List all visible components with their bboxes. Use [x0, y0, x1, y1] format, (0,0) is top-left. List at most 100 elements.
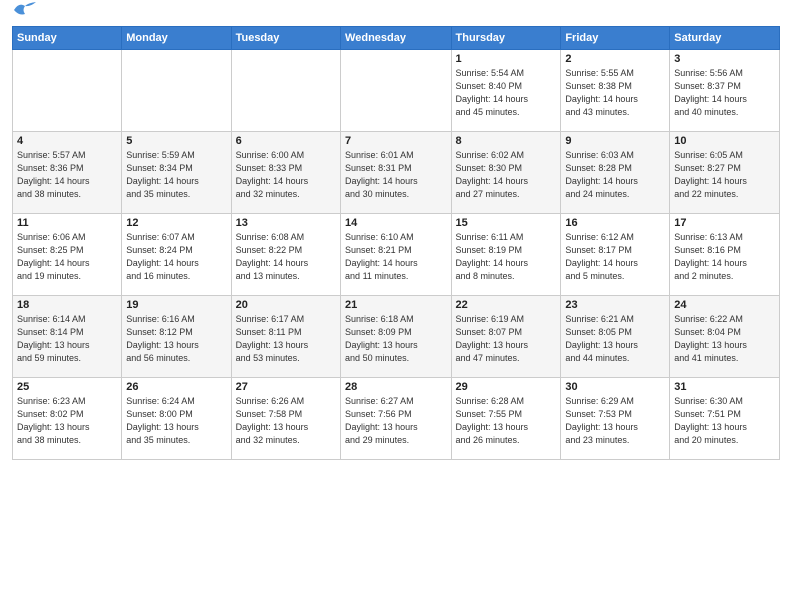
day-info: Sunrise: 6:23 AM Sunset: 8:02 PM Dayligh… [17, 395, 117, 447]
day-info: Sunrise: 6:10 AM Sunset: 8:21 PM Dayligh… [345, 231, 446, 283]
day-number: 31 [674, 381, 775, 393]
day-number: 1 [456, 53, 557, 65]
calendar-cell: 20 Sunrise: 6:17 AM Sunset: 8:11 PM Dayli… [231, 296, 340, 378]
calendar-row-1: 4 Sunrise: 5:57 AM Sunset: 8:36 PM Daylig… [13, 132, 780, 214]
calendar-cell: 12 Sunrise: 6:07 AM Sunset: 8:24 PM Dayli… [122, 214, 231, 296]
calendar-cell: 23 Sunrise: 6:21 AM Sunset: 8:05 PM Dayli… [561, 296, 670, 378]
calendar-cell: 13Sunrise: 6:08 AM Sunset: 8:22 PM Dayli… [231, 214, 340, 296]
day-info: Sunrise: 6:07 AM Sunset: 8:24 PM Dayligh… [126, 231, 226, 283]
day-number: 18 [17, 299, 117, 311]
calendar-cell: 11Sunrise: 6:06 AM Sunset: 8:25 PM Dayli… [13, 214, 122, 296]
header [12, 10, 780, 18]
calendar-cell: 17Sunrise: 6:13 AM Sunset: 8:16 PM Dayli… [670, 214, 780, 296]
calendar-row-3: 18Sunrise: 6:14 AM Sunset: 8:14 PM Dayli… [13, 296, 780, 378]
calendar-cell: 16 Sunrise: 6:12 AM Sunset: 8:17 PM Dayli… [561, 214, 670, 296]
calendar-cell [341, 50, 451, 132]
calendar-row-4: 25 Sunrise: 6:23 AM Sunset: 8:02 PM Dayli… [13, 378, 780, 460]
calendar-cell: 30 Sunrise: 6:29 AM Sunset: 7:53 PM Dayli… [561, 378, 670, 460]
day-info: Sunrise: 5:59 AM Sunset: 8:34 PM Dayligh… [126, 149, 226, 201]
day-info: Sunrise: 5:56 AM Sunset: 8:37 PM Dayligh… [674, 67, 775, 119]
day-number: 2 [565, 53, 665, 65]
day-number: 8 [456, 135, 557, 147]
day-number: 16 [565, 217, 665, 229]
day-info: Sunrise: 6:19 AM Sunset: 8:07 PM Dayligh… [456, 313, 557, 365]
day-number: 20 [236, 299, 336, 311]
calendar-cell: 19 Sunrise: 6:16 AM Sunset: 8:12 PM Dayli… [122, 296, 231, 378]
day-number: 28 [345, 381, 446, 393]
day-info: Sunrise: 6:29 AM Sunset: 7:53 PM Dayligh… [565, 395, 665, 447]
calendar-cell: 14 Sunrise: 6:10 AM Sunset: 8:21 PM Dayli… [341, 214, 451, 296]
calendar-cell: 26 Sunrise: 6:24 AM Sunset: 8:00 PM Dayli… [122, 378, 231, 460]
calendar-cell: 25 Sunrise: 6:23 AM Sunset: 8:02 PM Dayli… [13, 378, 122, 460]
calendar-table: SundayMondayTuesdayWednesdayThursdayFrid… [12, 26, 780, 460]
day-number: 21 [345, 299, 446, 311]
day-info: Sunrise: 5:54 AM Sunset: 8:40 PM Dayligh… [456, 67, 557, 119]
day-number: 6 [236, 135, 336, 147]
day-info: Sunrise: 6:18 AM Sunset: 8:09 PM Dayligh… [345, 313, 446, 365]
day-number: 3 [674, 53, 775, 65]
day-number: 24 [674, 299, 775, 311]
calendar-cell: 27 Sunrise: 6:26 AM Sunset: 7:58 PM Dayli… [231, 378, 340, 460]
day-number: 10 [674, 135, 775, 147]
calendar-cell: 21 Sunrise: 6:18 AM Sunset: 8:09 PM Dayli… [341, 296, 451, 378]
day-info: Sunrise: 6:26 AM Sunset: 7:58 PM Dayligh… [236, 395, 336, 447]
day-info: Sunrise: 5:55 AM Sunset: 8:38 PM Dayligh… [565, 67, 665, 119]
calendar-cell: 4 Sunrise: 5:57 AM Sunset: 8:36 PM Daylig… [13, 132, 122, 214]
day-number: 5 [126, 135, 226, 147]
day-info: Sunrise: 6:27 AM Sunset: 7:56 PM Dayligh… [345, 395, 446, 447]
day-number: 30 [565, 381, 665, 393]
day-number: 29 [456, 381, 557, 393]
calendar-cell: 24 Sunrise: 6:22 AM Sunset: 8:04 PM Dayli… [670, 296, 780, 378]
calendar-cell: 8 Sunrise: 6:02 AM Sunset: 8:30 PM Daylig… [451, 132, 561, 214]
weekday-header-wednesday: Wednesday [341, 27, 451, 50]
weekday-header-thursday: Thursday [451, 27, 561, 50]
day-number: 4 [17, 135, 117, 147]
day-number: 23 [565, 299, 665, 311]
day-info: Sunrise: 6:24 AM Sunset: 8:00 PM Dayligh… [126, 395, 226, 447]
calendar-cell: 18Sunrise: 6:14 AM Sunset: 8:14 PM Dayli… [13, 296, 122, 378]
logo [12, 10, 36, 18]
calendar-cell: 29 Sunrise: 6:28 AM Sunset: 7:55 PM Dayli… [451, 378, 561, 460]
day-info: Sunrise: 6:06 AM Sunset: 8:25 PM Dayligh… [17, 231, 117, 283]
day-number: 27 [236, 381, 336, 393]
calendar-cell: 7 Sunrise: 6:01 AM Sunset: 8:31 PM Daylig… [341, 132, 451, 214]
day-number: 14 [345, 217, 446, 229]
day-info: Sunrise: 6:01 AM Sunset: 8:31 PM Dayligh… [345, 149, 446, 201]
calendar-cell [13, 50, 122, 132]
day-info: Sunrise: 5:57 AM Sunset: 8:36 PM Dayligh… [17, 149, 117, 201]
weekday-header-tuesday: Tuesday [231, 27, 340, 50]
calendar-cell: 10 Sunrise: 6:05 AM Sunset: 8:27 PM Dayli… [670, 132, 780, 214]
day-info: Sunrise: 6:17 AM Sunset: 8:11 PM Dayligh… [236, 313, 336, 365]
calendar-cell: 2 Sunrise: 5:55 AM Sunset: 8:38 PM Daylig… [561, 50, 670, 132]
day-number: 15 [456, 217, 557, 229]
day-number: 12 [126, 217, 226, 229]
weekday-header-row: SundayMondayTuesdayWednesdayThursdayFrid… [13, 27, 780, 50]
day-info: Sunrise: 6:11 AM Sunset: 8:19 PM Dayligh… [456, 231, 557, 283]
weekday-header-saturday: Saturday [670, 27, 780, 50]
calendar-cell: 15 Sunrise: 6:11 AM Sunset: 8:19 PM Dayli… [451, 214, 561, 296]
day-info: Sunrise: 6:13 AM Sunset: 8:16 PM Dayligh… [674, 231, 775, 283]
calendar-cell [122, 50, 231, 132]
day-info: Sunrise: 6:08 AM Sunset: 8:22 PM Dayligh… [236, 231, 336, 283]
day-info: Sunrise: 6:28 AM Sunset: 7:55 PM Dayligh… [456, 395, 557, 447]
page: SundayMondayTuesdayWednesdayThursdayFrid… [0, 0, 792, 612]
weekday-header-friday: Friday [561, 27, 670, 50]
day-number: 19 [126, 299, 226, 311]
day-info: Sunrise: 6:02 AM Sunset: 8:30 PM Dayligh… [456, 149, 557, 201]
day-number: 26 [126, 381, 226, 393]
day-info: Sunrise: 6:21 AM Sunset: 8:05 PM Dayligh… [565, 313, 665, 365]
day-info: Sunrise: 6:05 AM Sunset: 8:27 PM Dayligh… [674, 149, 775, 201]
day-number: 9 [565, 135, 665, 147]
calendar-cell: 9Sunrise: 6:03 AM Sunset: 8:28 PM Daylig… [561, 132, 670, 214]
calendar-cell: 1 Sunrise: 5:54 AM Sunset: 8:40 PM Daylig… [451, 50, 561, 132]
weekday-header-monday: Monday [122, 27, 231, 50]
day-info: Sunrise: 6:12 AM Sunset: 8:17 PM Dayligh… [565, 231, 665, 283]
day-info: Sunrise: 6:16 AM Sunset: 8:12 PM Dayligh… [126, 313, 226, 365]
calendar-cell: 6 Sunrise: 6:00 AM Sunset: 8:33 PM Daylig… [231, 132, 340, 214]
calendar-cell: 31Sunrise: 6:30 AM Sunset: 7:51 PM Dayli… [670, 378, 780, 460]
day-info: Sunrise: 6:22 AM Sunset: 8:04 PM Dayligh… [674, 313, 775, 365]
day-number: 25 [17, 381, 117, 393]
day-info: Sunrise: 6:00 AM Sunset: 8:33 PM Dayligh… [236, 149, 336, 201]
day-number: 7 [345, 135, 446, 147]
calendar-cell: 5 Sunrise: 5:59 AM Sunset: 8:34 PM Daylig… [122, 132, 231, 214]
